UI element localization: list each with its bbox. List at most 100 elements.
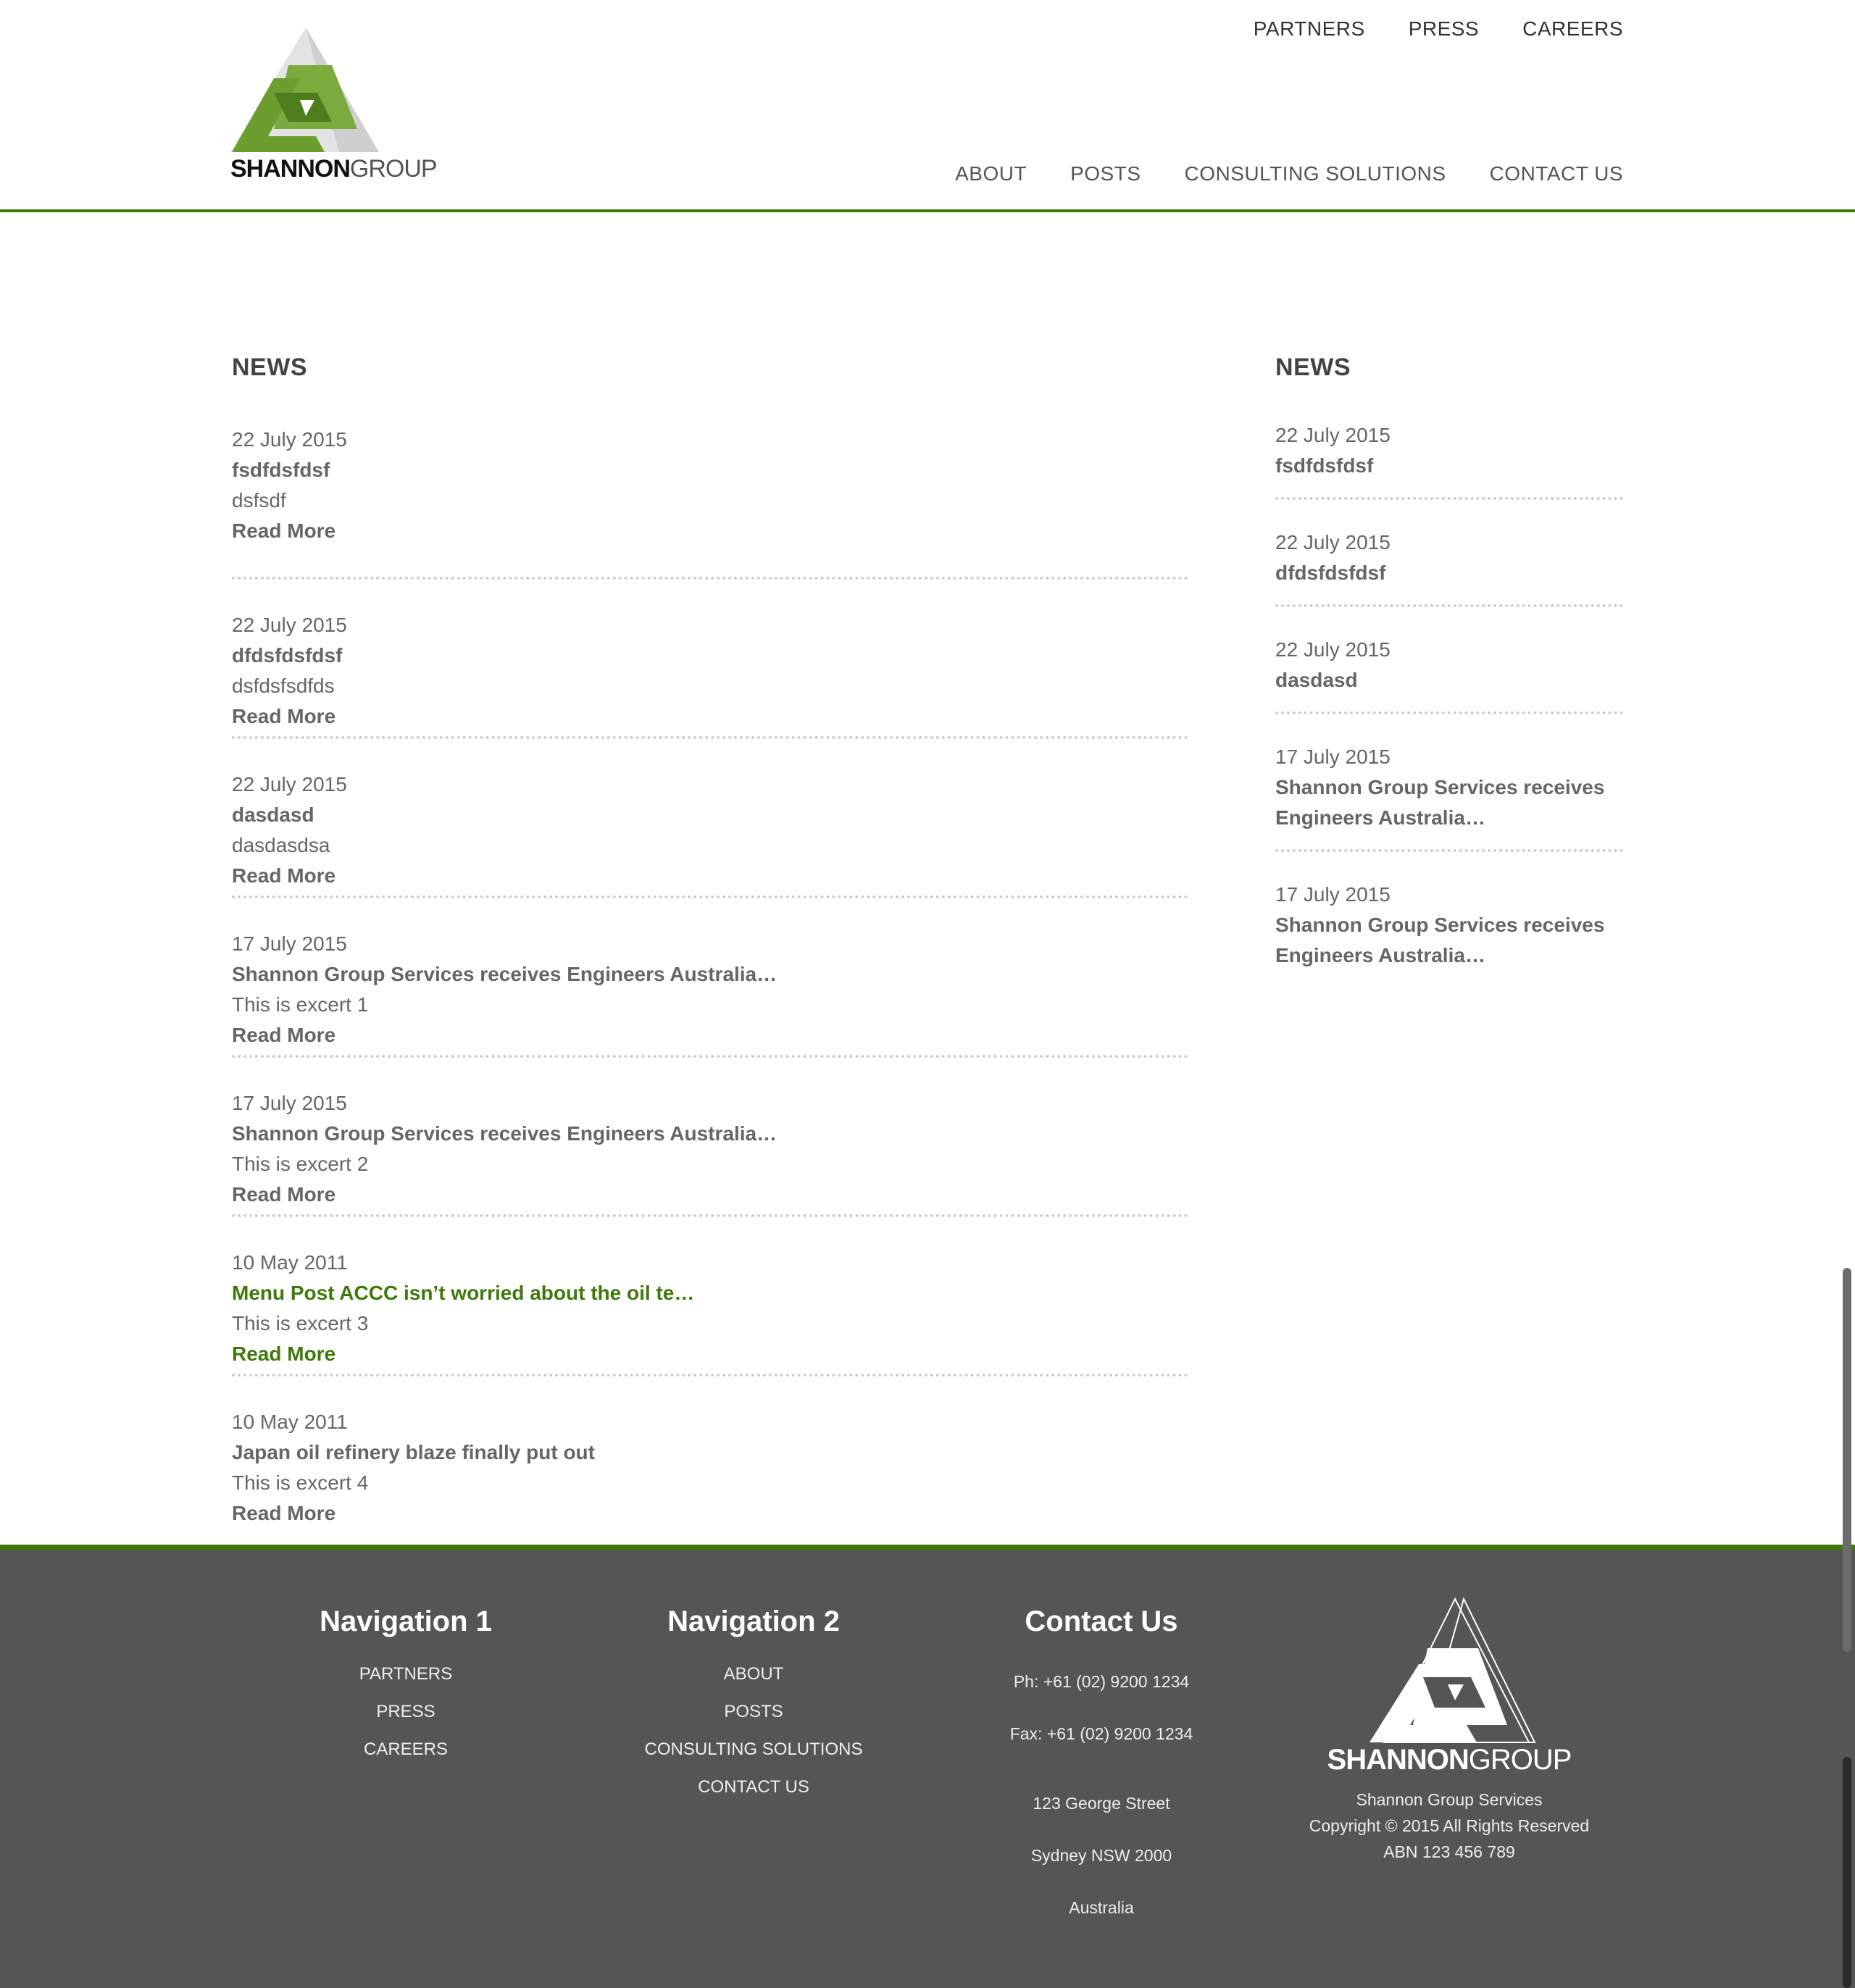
top-nav-careers[interactable]: CAREERS bbox=[1522, 17, 1623, 41]
news-item: 17 July 2015 Shannon Group Services rece… bbox=[232, 1058, 1188, 1217]
news-excerpt: dasdasdsa bbox=[232, 834, 330, 856]
footer-copyright: Copyright © 2015 All Rights Reserved bbox=[1309, 1816, 1590, 1835]
logo-triangle-icon bbox=[230, 28, 379, 152]
news-title-link[interactable]: Shannon Group Services receives Engineer… bbox=[232, 1119, 1188, 1149]
news-date: 17 July 2015 bbox=[1275, 883, 1391, 906]
news-title-link[interactable]: Shannon Group Services receives Engineer… bbox=[1275, 910, 1623, 971]
news-date: 10 May 2011 bbox=[232, 1411, 348, 1433]
top-nav-press[interactable]: PRESS bbox=[1409, 17, 1479, 41]
read-more-link[interactable]: Read More bbox=[232, 861, 1188, 891]
read-more-link[interactable]: Read More bbox=[232, 516, 1188, 546]
news-title-link[interactable]: Menu Post ACCC isn’t worried about the o… bbox=[232, 1278, 1188, 1308]
sidebar-news-item: 22 July 2015 fsdfdsfdsf bbox=[1275, 420, 1623, 500]
news-title-link[interactable]: Shannon Group Services receives Engineer… bbox=[1275, 772, 1623, 833]
news-date: 10 May 2011 bbox=[232, 1251, 348, 1274]
footer-fax: Fax: +61 (02) 9200 1234 bbox=[1009, 1724, 1193, 1743]
news-title-link[interactable]: dasdasd bbox=[1275, 665, 1623, 696]
site-footer: Navigation 1 PARTNERS PRESS CAREERS Navi… bbox=[0, 1545, 1855, 1988]
read-more-link[interactable]: Read More bbox=[232, 1179, 1188, 1210]
news-date: 22 July 2015 bbox=[1275, 638, 1391, 661]
news-excerpt: dsfdsfsdfds bbox=[232, 674, 335, 697]
footer-logo-bold-text: SHANNON bbox=[1327, 1744, 1470, 1776]
news-item: 22 July 2015 dasdasd dasdasdsa Read More bbox=[232, 739, 1188, 898]
footer-link-careers[interactable]: CAREERS bbox=[254, 1731, 558, 1768]
footer-nav-2: Navigation 2 ABOUT POSTS CONSULTING SOLU… bbox=[601, 1603, 906, 1806]
footer-contact-title: Contact Us bbox=[1025, 1605, 1178, 1637]
footer-nav-1-title: Navigation 1 bbox=[320, 1605, 492, 1637]
news-item: 22 July 2015 dfdsfdsfdsf dsfdsfsdfds Rea… bbox=[232, 580, 1188, 739]
footer-address-street: 123 George Street bbox=[1033, 1794, 1170, 1813]
site-header: SHANNONGROUP PARTNERS PRESS CAREERS ABOU… bbox=[0, 0, 1855, 212]
logo-wordmark: SHANNONGROUP bbox=[230, 155, 438, 183]
footer-phone: Ph: +61 (02) 9200 1234 bbox=[1013, 1672, 1190, 1691]
read-more-link[interactable]: Read More bbox=[232, 1020, 1188, 1051]
news-item: 17 July 2015 Shannon Group Services rece… bbox=[232, 898, 1188, 1058]
footer-nav-1: Navigation 1 PARTNERS PRESS CAREERS bbox=[254, 1603, 558, 1768]
news-date: 22 July 2015 bbox=[232, 614, 347, 636]
footer-link-contact-us[interactable]: CONTACT US bbox=[601, 1768, 906, 1806]
scrollbar-thumb-lower[interactable] bbox=[1843, 1757, 1851, 1988]
news-title-link[interactable]: dfdsfdsfdsf bbox=[232, 640, 1188, 671]
sidebar-news-item: 17 July 2015 Shannon Group Services rece… bbox=[1275, 742, 1623, 852]
sidebar-news-item: 22 July 2015 dasdasd bbox=[1275, 635, 1623, 714]
footer-logo-light-text: GROUP bbox=[1468, 1744, 1572, 1776]
news-date: 22 July 2015 bbox=[232, 773, 347, 795]
news-title-link[interactable]: dasdasd bbox=[232, 800, 1188, 830]
footer-link-about[interactable]: ABOUT bbox=[601, 1655, 906, 1693]
main-nav: ABOUT POSTS CONSULTING SOLUTIONS CONTACT… bbox=[955, 162, 1623, 185]
footer-logo-wordmark: SHANNONGROUP bbox=[1304, 1744, 1594, 1776]
news-excerpt: This is excert 2 bbox=[232, 1153, 369, 1175]
footer-contact: Contact Us Ph: +61 (02) 9200 1234 Fax: +… bbox=[949, 1603, 1254, 1934]
sidebar-news-list: 22 July 2015 fsdfdsfdsf 22 July 2015 dfd… bbox=[1275, 420, 1623, 1014]
read-more-link[interactable]: Read More bbox=[232, 701, 1188, 732]
news-excerpt: This is excert 3 bbox=[232, 1312, 369, 1335]
news-excerpt: This is excert 4 bbox=[232, 1471, 369, 1494]
news-list: 22 July 2015 fsdfdsfdsf dsfsdf Read More… bbox=[232, 420, 1188, 1536]
news-date: 17 July 2015 bbox=[232, 1092, 347, 1114]
news-item: 10 May 2011 Menu Post ACCC isn’t worried… bbox=[232, 1217, 1188, 1377]
news-title-link[interactable]: Japan oil refinery blaze finally put out bbox=[232, 1437, 1188, 1468]
news-title-link[interactable]: fsdfdsfdsf bbox=[1275, 451, 1623, 481]
news-item: 22 July 2015 fsdfdsfdsf dsfsdf Read More bbox=[232, 420, 1188, 580]
news-date: 17 July 2015 bbox=[1275, 746, 1391, 768]
news-date: 22 July 2015 bbox=[1275, 531, 1391, 554]
news-title-link[interactable]: Shannon Group Services receives Engineer… bbox=[232, 959, 1188, 990]
news-item: 10 May 2011 Japan oil refinery blaze fin… bbox=[232, 1377, 1188, 1536]
footer-address-city: Sydney NSW 2000 bbox=[1030, 1846, 1172, 1865]
main-nav-about[interactable]: ABOUT bbox=[955, 162, 1027, 185]
main-nav-posts[interactable]: POSTS bbox=[1070, 162, 1141, 185]
logo-bold-text: SHANNON bbox=[230, 155, 351, 183]
footer-link-consulting-solutions[interactable]: CONSULTING SOLUTIONS bbox=[601, 1731, 906, 1768]
page-scrollbar[interactable] bbox=[1841, 0, 1855, 1988]
news-date: 22 July 2015 bbox=[232, 428, 347, 451]
news-date: 17 July 2015 bbox=[232, 932, 347, 955]
top-nav: PARTNERS PRESS CAREERS bbox=[1254, 17, 1623, 41]
news-excerpt: This is excert 1 bbox=[232, 993, 369, 1016]
logo-light-text: GROUP bbox=[349, 155, 438, 183]
footer-nav-2-title: Navigation 2 bbox=[667, 1605, 840, 1637]
news-title-link[interactable]: fsdfdsfdsf bbox=[232, 455, 1188, 485]
footer-link-partners[interactable]: PARTNERS bbox=[254, 1655, 558, 1693]
footer-logo-block: SHANNONGROUP Shannon Group Services Copy… bbox=[1304, 1598, 1594, 1865]
footer-logo-triangle-icon bbox=[1370, 1598, 1536, 1743]
footer-address-country: Australia bbox=[1069, 1898, 1134, 1917]
footer-abn: ABN 123 456 789 bbox=[1383, 1842, 1515, 1861]
main-nav-consulting-solutions[interactable]: CONSULTING SOLUTIONS bbox=[1184, 162, 1446, 185]
footer-company-name: Shannon Group Services bbox=[1356, 1790, 1543, 1809]
top-nav-partners[interactable]: PARTNERS bbox=[1254, 17, 1365, 41]
footer-company-info: Shannon Group Services Copyright © 2015 … bbox=[1304, 1787, 1594, 1865]
shannon-group-logo[interactable]: SHANNONGROUP bbox=[230, 28, 438, 187]
scrollbar-thumb[interactable] bbox=[1843, 1268, 1851, 1652]
read-more-link[interactable]: Read More bbox=[232, 1498, 1188, 1529]
sidebar-news-item: 17 July 2015 Shannon Group Services rece… bbox=[1275, 880, 1623, 987]
news-section-title: NEWS bbox=[232, 354, 307, 381]
main-nav-contact-us[interactable]: CONTACT US bbox=[1490, 162, 1623, 185]
sidebar-news-item: 22 July 2015 dfdsfdsfdsf bbox=[1275, 527, 1623, 607]
news-date: 22 July 2015 bbox=[1275, 424, 1391, 446]
footer-link-press[interactable]: PRESS bbox=[254, 1693, 558, 1731]
read-more-link[interactable]: Read More bbox=[232, 1339, 1188, 1369]
footer-link-posts[interactable]: POSTS bbox=[601, 1693, 906, 1731]
sidebar-news-title: NEWS bbox=[1275, 354, 1351, 381]
news-title-link[interactable]: dfdsfdsfdsf bbox=[1275, 558, 1623, 588]
news-excerpt: dsfsdf bbox=[232, 489, 286, 511]
